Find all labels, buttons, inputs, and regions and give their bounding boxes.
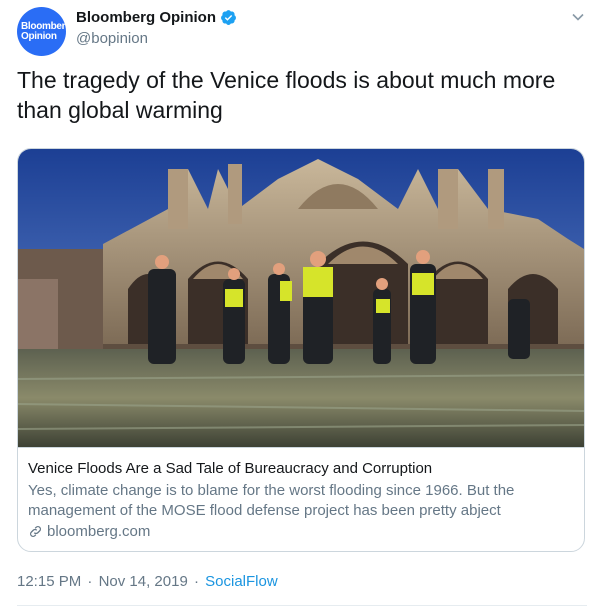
card-domain[interactable]: bloomberg.com — [28, 523, 574, 540]
meta-separator-2: · — [193, 573, 199, 590]
card-description: Yes, climate change is to blame for the … — [28, 482, 515, 519]
tweet-source-link[interactable]: SocialFlow — [205, 573, 278, 590]
chevron-down-icon[interactable] — [571, 10, 585, 24]
divider — [17, 605, 587, 606]
venice-flood-photo-icon[interactable] — [18, 149, 584, 447]
verified-badge-icon — [221, 10, 236, 25]
card-domain-text[interactable]: bloomberg.com — [47, 523, 150, 540]
link-card[interactable]: Venice Floods Are a Sad Tale of Bureaucr… — [17, 148, 585, 552]
tweet-date[interactable]: Nov 14, 2019 — [99, 573, 188, 590]
name-row: Bloomberg Opinion — [76, 9, 237, 26]
tweet-time[interactable]: 12:15 PM — [17, 573, 81, 590]
avatar-line2: Opinion — [21, 30, 57, 42]
display-name[interactable]: Bloomberg Opinion — [76, 9, 216, 26]
meta-separator: · — [87, 573, 93, 590]
tweet-meta: 12:15 PM · Nov 14, 2019 · SocialFlow — [17, 573, 278, 590]
avatar[interactable]: Bloomberg Opinion — [17, 7, 66, 56]
link-icon — [30, 526, 41, 537]
handle[interactable]: @bopinion — [76, 30, 237, 47]
author-block: Bloomberg Opinion @bopinion — [76, 9, 237, 47]
card-title[interactable]: Venice Floods Are a Sad Tale of Bureaucr… — [28, 459, 574, 479]
tweet-text: The tragedy of the Venice floods is abou… — [17, 67, 556, 123]
card-body[interactable]: Venice Floods Are a Sad Tale of Bureaucr… — [18, 447, 584, 551]
tweet: Bloomberg Opinion Bloomberg Opinion @bop… — [0, 0, 609, 609]
avatar-line1: Bloomberg — [21, 20, 66, 32]
